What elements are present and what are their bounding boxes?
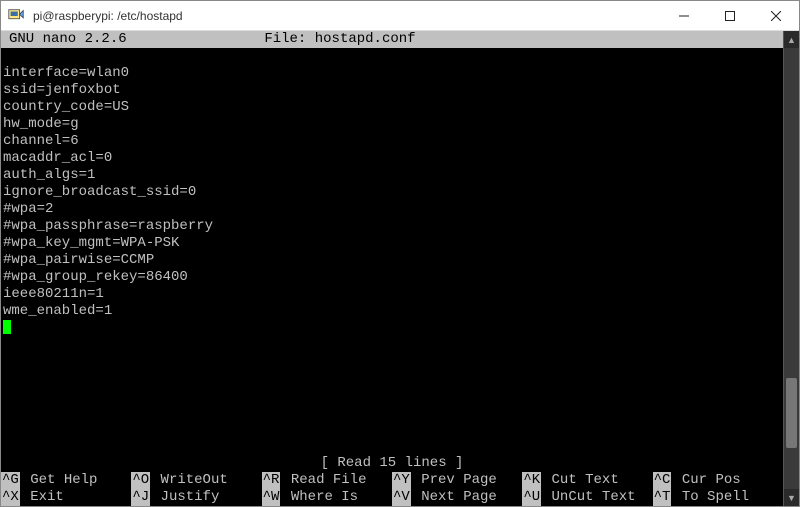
- shortcut-label: Cut Text: [543, 472, 619, 489]
- shortcut-read-file[interactable]: ^R Read File: [262, 472, 392, 489]
- shortcut-get-help[interactable]: ^G Get Help: [1, 472, 131, 489]
- shortcut-label: Where Is: [282, 489, 358, 506]
- shortcut-label: Cur Pos: [673, 472, 740, 489]
- shortcut-label: Justify: [152, 489, 219, 506]
- file-line[interactable]: [1, 48, 799, 65]
- terminal-area[interactable]: GNU nano 2.2.6 File: hostapd.conf interf…: [1, 31, 799, 506]
- file-line[interactable]: #wpa_passphrase=raspberry: [1, 218, 799, 235]
- maximize-button[interactable]: [707, 1, 753, 30]
- nano-statusbar: GNU nano 2.2.6 File: hostapd.conf: [1, 31, 799, 48]
- shortcut-key: ^Y: [392, 472, 411, 489]
- shortcut-key: ^X: [1, 489, 20, 506]
- shortcut-label: WriteOut: [152, 472, 228, 489]
- shortcut-label: To Spell: [673, 489, 749, 506]
- shortcut-where-is[interactable]: ^W Where Is: [262, 489, 392, 506]
- window-controls: [661, 1, 799, 30]
- file-line[interactable]: #wpa_pairwise=CCMP: [1, 252, 799, 269]
- window-title: pi@raspberypi: /etc/hostapd: [33, 9, 661, 23]
- shortcut-writeout[interactable]: ^O WriteOut: [131, 472, 261, 489]
- nano-file-label: File: hostapd.conf: [264, 31, 793, 48]
- shortcut-label: UnCut Text: [543, 489, 635, 506]
- nano-status-message: [ Read 15 lines ]: [321, 455, 464, 471]
- file-line[interactable]: interface=wlan0: [1, 65, 799, 82]
- nano-version: GNU nano 2.2.6: [1, 31, 264, 48]
- shortcut-row-2: ^X Exit^J Justify^W Where Is^V Next Page…: [1, 489, 783, 506]
- shortcut-key: ^R: [262, 472, 281, 489]
- shortcut-key: ^G: [1, 472, 20, 489]
- file-line[interactable]: macaddr_acl=0: [1, 150, 799, 167]
- minimize-button[interactable]: [661, 1, 707, 30]
- file-line[interactable]: #wpa_group_rekey=86400: [1, 269, 799, 286]
- terminal[interactable]: GNU nano 2.2.6 File: hostapd.conf interf…: [1, 31, 799, 506]
- cursor: [3, 320, 11, 334]
- shortcut-label: Exit: [22, 489, 64, 506]
- scrollbar-track[interactable]: [784, 48, 799, 489]
- putty-icon: [5, 5, 27, 27]
- file-line[interactable]: ssid=jenfoxbot: [1, 82, 799, 99]
- shortcut-key: ^W: [262, 489, 281, 506]
- shortcut-key: ^V: [392, 489, 411, 506]
- shortcut-justify[interactable]: ^J Justify: [131, 489, 261, 506]
- shortcut-to-spell[interactable]: ^T To Spell: [653, 489, 783, 506]
- file-line[interactable]: channel=6: [1, 133, 799, 150]
- shortcut-label: Get Help: [22, 472, 98, 489]
- shortcut-key: ^J: [131, 489, 150, 506]
- app-window: pi@raspberypi: /etc/hostapd GNU nano 2.2…: [0, 0, 800, 507]
- close-button[interactable]: [753, 1, 799, 30]
- shortcut-label: Read File: [282, 472, 366, 489]
- shortcut-label: Next Page: [413, 489, 497, 506]
- scroll-up-button[interactable]: ▲: [784, 31, 799, 48]
- shortcut-next-page[interactable]: ^V Next Page: [392, 489, 522, 506]
- file-line[interactable]: #wpa_key_mgmt=WPA-PSK: [1, 235, 799, 252]
- file-line[interactable]: country_code=US: [1, 99, 799, 116]
- shortcut-cur-pos[interactable]: ^C Cur Pos: [653, 472, 783, 489]
- file-content[interactable]: interface=wlan0ssid=jenfoxbotcountry_cod…: [1, 48, 799, 320]
- terminal-scrollbar[interactable]: ▲ ▼: [783, 31, 799, 506]
- nano-status-message-wrap: [ Read 15 lines ]: [1, 455, 783, 472]
- shortcut-key: ^T: [653, 489, 672, 506]
- file-line[interactable]: hw_mode=g: [1, 116, 799, 133]
- shortcut-row-1: ^G Get Help^O WriteOut^R Read File^Y Pre…: [1, 472, 783, 489]
- scroll-down-button[interactable]: ▼: [784, 489, 799, 506]
- shortcut-exit[interactable]: ^X Exit: [1, 489, 131, 506]
- shortcut-key: ^K: [522, 472, 541, 489]
- cursor-line[interactable]: [1, 320, 799, 337]
- file-line[interactable]: ieee80211n=1: [1, 286, 799, 303]
- file-line[interactable]: ignore_broadcast_ssid=0: [1, 184, 799, 201]
- titlebar[interactable]: pi@raspberypi: /etc/hostapd: [1, 1, 799, 31]
- shortcut-cut-text[interactable]: ^K Cut Text: [522, 472, 652, 489]
- scrollbar-thumb[interactable]: [786, 378, 797, 448]
- file-line[interactable]: #wpa=2: [1, 201, 799, 218]
- shortcut-label: Prev Page: [413, 472, 497, 489]
- file-line[interactable]: wme_enabled=1: [1, 303, 799, 320]
- shortcut-key: ^U: [522, 489, 541, 506]
- shortcut-key: ^O: [131, 472, 150, 489]
- shortcut-prev-page[interactable]: ^Y Prev Page: [392, 472, 522, 489]
- shortcut-key: ^C: [653, 472, 672, 489]
- shortcut-uncut-text[interactable]: ^U UnCut Text: [522, 489, 652, 506]
- nano-shortcut-bar: ^G Get Help^O WriteOut^R Read File^Y Pre…: [1, 472, 783, 506]
- file-line[interactable]: auth_algs=1: [1, 167, 799, 184]
